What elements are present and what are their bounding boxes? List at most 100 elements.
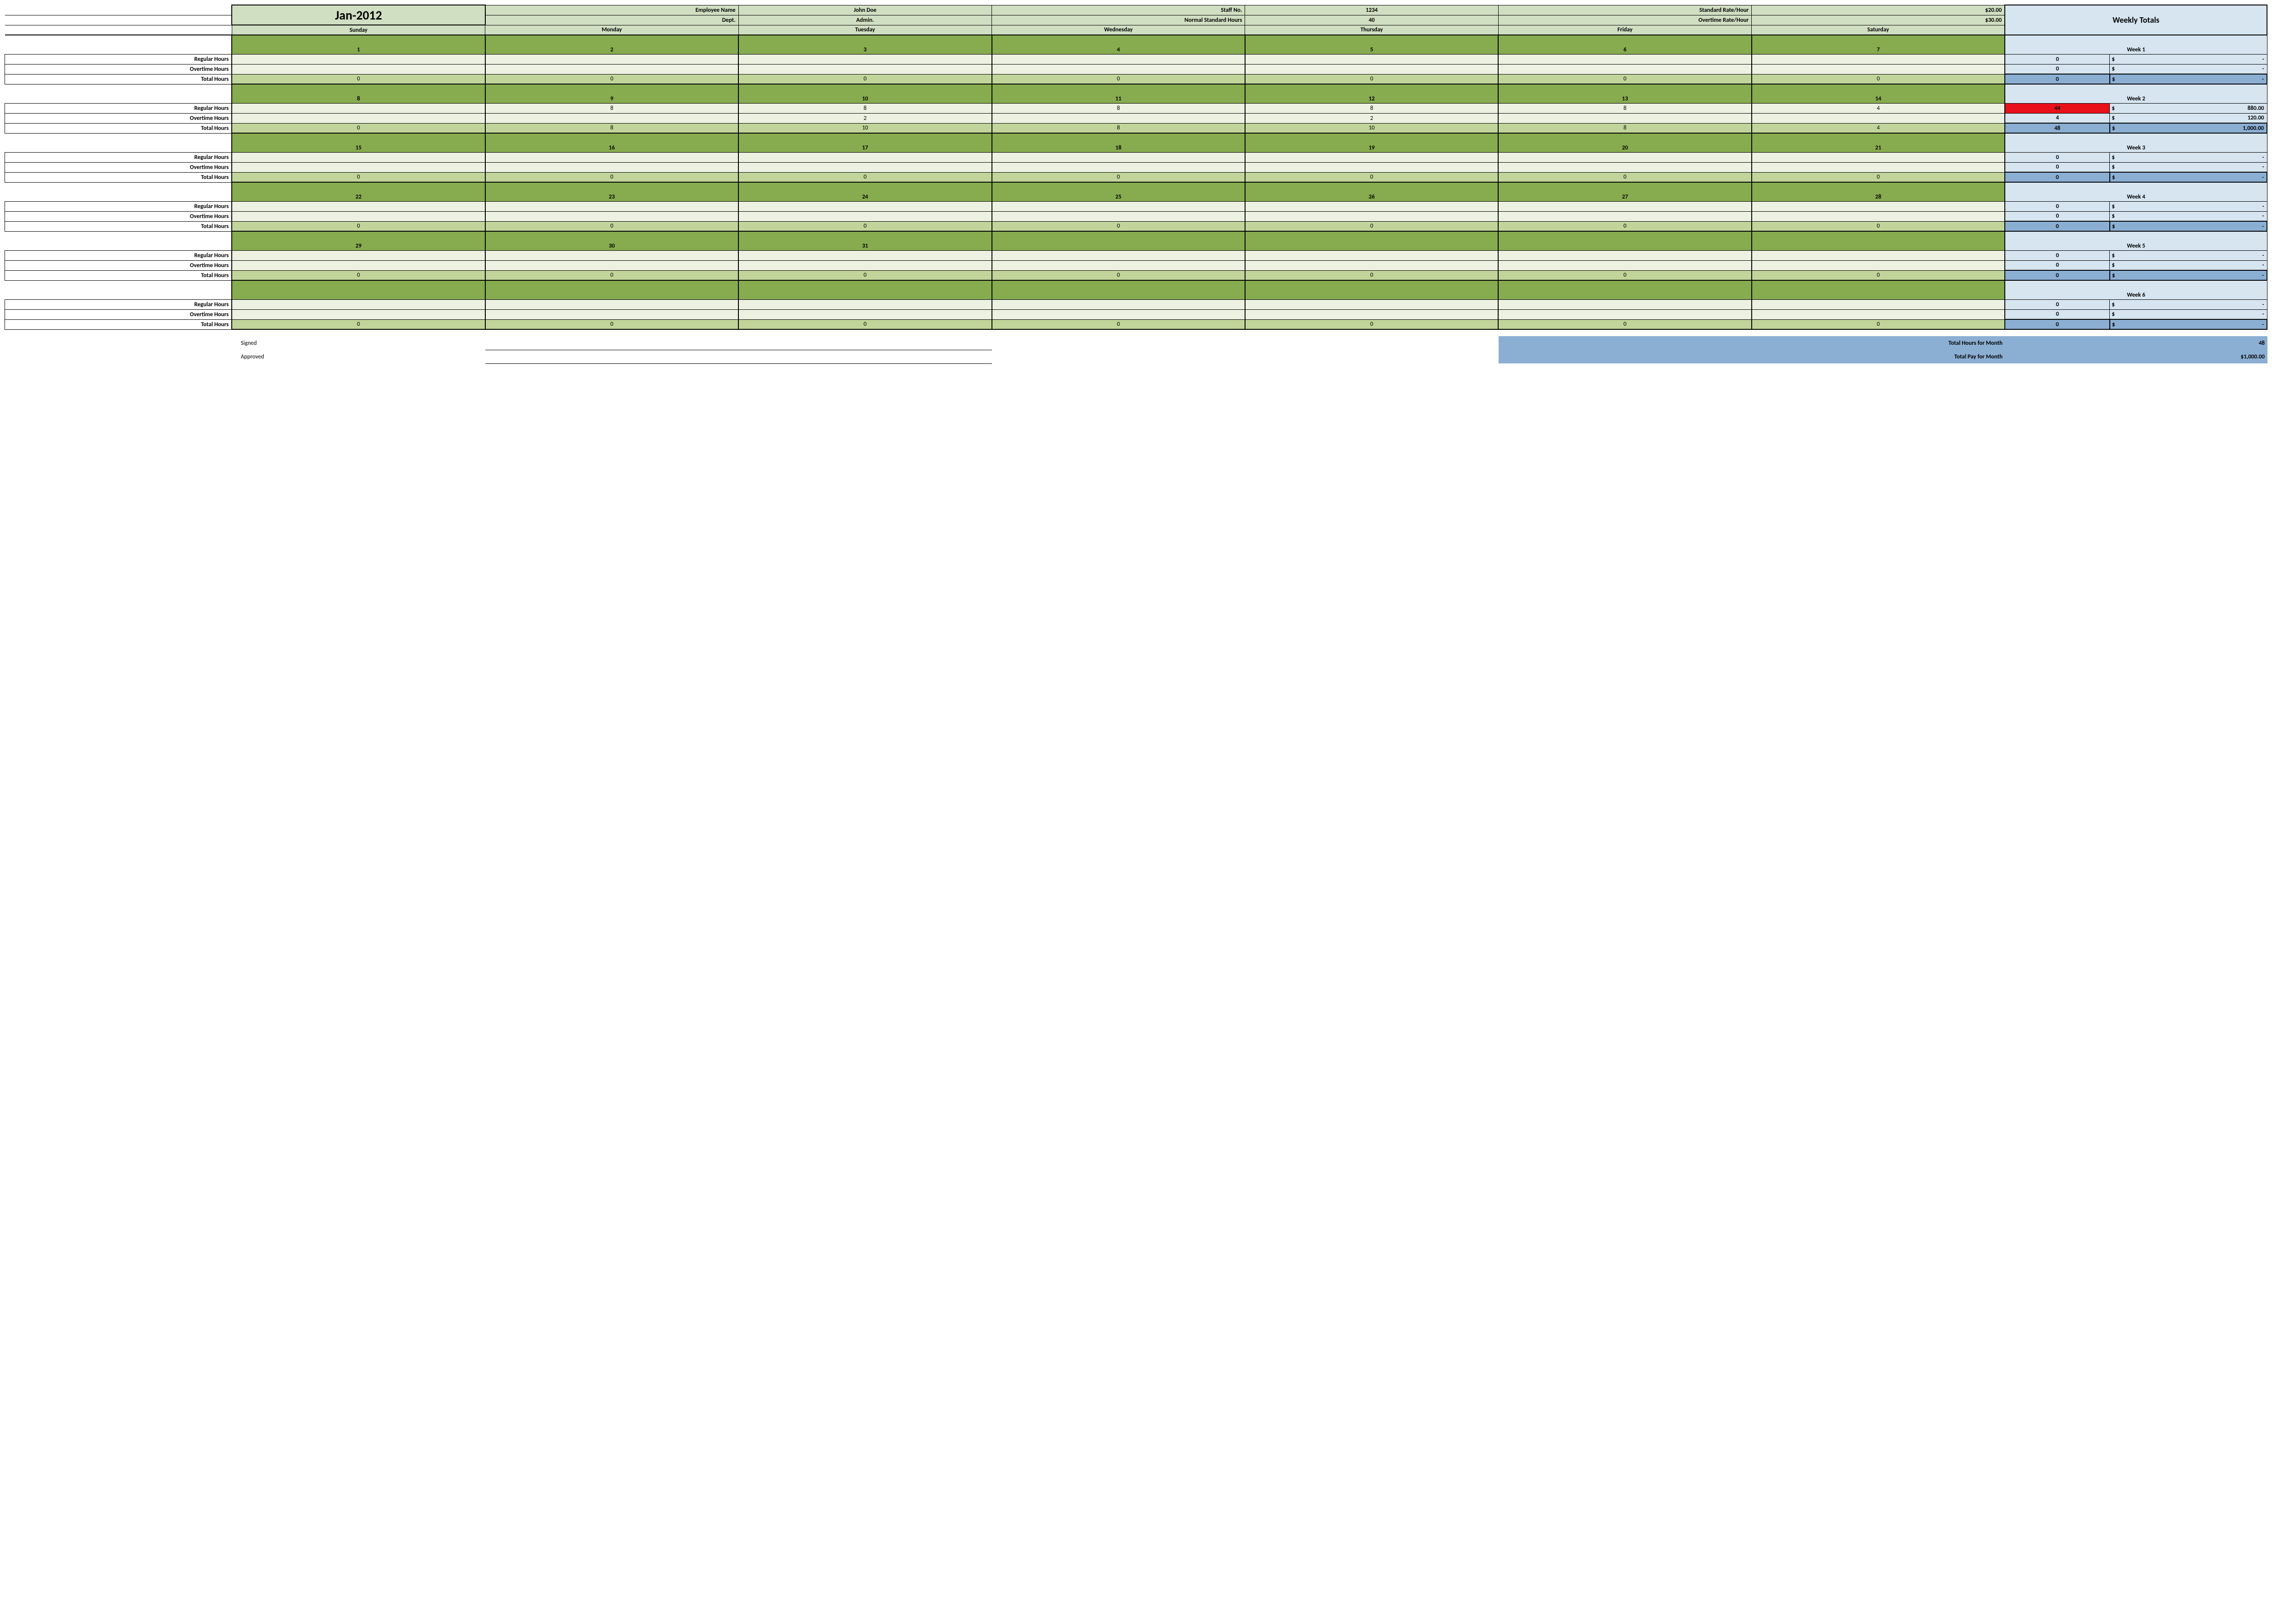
overtime-hours-cell[interactable] (485, 260, 738, 270)
overtime-hours-cell[interactable] (992, 113, 1245, 123)
overtime-hours-cell[interactable] (738, 64, 992, 74)
overtime-hours-cell[interactable] (1498, 162, 1751, 172)
regular-hours-cell[interactable]: 8 (1498, 103, 1751, 113)
overtime-hours-cell[interactable] (1498, 64, 1751, 74)
regular-hours-cell[interactable] (1245, 299, 1498, 309)
dept-value[interactable]: Admin. (738, 15, 992, 25)
regular-hours-cell[interactable] (1752, 54, 2005, 64)
total-hours-cell: 0 (485, 221, 738, 231)
overtime-hours-cell[interactable] (1245, 211, 1498, 221)
overtime-hours-cell[interactable] (1752, 162, 2005, 172)
overtime-hours-cell[interactable] (1498, 260, 1751, 270)
overtime-hours-cell[interactable] (992, 211, 1245, 221)
overtime-hours-cell[interactable] (1752, 260, 2005, 270)
signed-line[interactable] (485, 336, 992, 350)
regular-hours-cell[interactable] (992, 299, 1245, 309)
regular-hours-cell[interactable] (992, 54, 1245, 64)
overtime-hours-cell[interactable] (232, 162, 485, 172)
overtime-hours-cell[interactable] (1752, 64, 2005, 74)
regular-hours-cell[interactable] (1498, 201, 1751, 211)
overtime-hours-cell[interactable] (992, 260, 1245, 270)
overtime-hours-cell[interactable] (738, 260, 992, 270)
overtime-hours-cell[interactable]: 2 (738, 113, 992, 123)
regular-hours-cell[interactable] (485, 250, 738, 260)
overtime-hours-cell[interactable] (485, 211, 738, 221)
regular-hours-cell[interactable] (1498, 152, 1751, 162)
overtime-hours-cell[interactable] (992, 309, 1245, 319)
regular-hours-cell[interactable]: 8 (1245, 103, 1498, 113)
regular-hours-cell[interactable] (485, 152, 738, 162)
regular-hours-cell[interactable] (738, 201, 992, 211)
regular-hours-cell[interactable] (232, 250, 485, 260)
regular-hours-cell[interactable] (738, 54, 992, 64)
overtime-hours-cell[interactable] (485, 309, 738, 319)
norm-hours-value[interactable]: 40 (1245, 15, 1498, 25)
total-hours-cell: 0 (738, 74, 992, 84)
week-label: Week 3 (2005, 133, 2267, 152)
regular-hours-cell[interactable] (992, 152, 1245, 162)
total-hours-cell: 0 (738, 172, 992, 182)
overtime-hours-cell[interactable] (1752, 309, 2005, 319)
regular-hours-cell[interactable] (1498, 250, 1751, 260)
emp-name-value[interactable]: John Doe (738, 5, 992, 15)
std-rate-value[interactable]: $20.00 (1752, 5, 2005, 15)
regular-hours-cell[interactable] (1245, 201, 1498, 211)
overtime-hours-cell[interactable] (1245, 260, 1498, 270)
regular-hours-cell[interactable] (485, 299, 738, 309)
regular-hours-cell[interactable]: 8 (992, 103, 1245, 113)
overtime-hours-cell[interactable] (485, 162, 738, 172)
regular-hours-cell[interactable]: 4 (1752, 103, 2005, 113)
regular-hours-cell[interactable] (738, 152, 992, 162)
overtime-hours-cell[interactable] (1245, 64, 1498, 74)
regular-hours-cell[interactable] (1752, 250, 2005, 260)
overtime-hours-cell[interactable] (1498, 113, 1751, 123)
regular-hours-cell[interactable] (1752, 201, 2005, 211)
overtime-hours-cell[interactable] (1245, 309, 1498, 319)
overtime-hours-cell[interactable] (1498, 211, 1751, 221)
total-hours-cell: 10 (1245, 123, 1498, 133)
regular-hours-cell[interactable] (232, 103, 485, 113)
overtime-hours-cell[interactable] (1498, 309, 1751, 319)
overtime-hours-cell[interactable] (992, 64, 1245, 74)
regular-hours-cell[interactable]: 8 (738, 103, 992, 113)
overtime-hours-cell[interactable]: 2 (1245, 113, 1498, 123)
date-cell: 16 (485, 133, 738, 152)
regular-hours-cell[interactable] (485, 54, 738, 64)
overtime-hours-cell[interactable] (738, 309, 992, 319)
overtime-hours-cell[interactable] (1752, 113, 2005, 123)
overtime-hours-cell[interactable] (232, 309, 485, 319)
regular-hours-cell[interactable] (1752, 152, 2005, 162)
regular-hours-cell[interactable] (1245, 54, 1498, 64)
regular-hours-cell[interactable] (738, 250, 992, 260)
regular-hours-cell[interactable] (1498, 299, 1751, 309)
approved-line[interactable] (485, 350, 992, 363)
overtime-hours-cell[interactable] (232, 64, 485, 74)
regular-hours-cell[interactable] (232, 201, 485, 211)
overtime-hours-cell[interactable] (485, 113, 738, 123)
regular-hours-cell[interactable] (1245, 152, 1498, 162)
staff-no-value[interactable]: 1234 (1245, 5, 1498, 15)
overtime-hours-cell[interactable] (1245, 162, 1498, 172)
regular-hours-cell[interactable] (992, 201, 1245, 211)
overtime-hours-cell[interactable] (738, 211, 992, 221)
overtime-hours-cell[interactable] (992, 162, 1245, 172)
regular-hours-cell[interactable] (232, 152, 485, 162)
regular-hours-cell[interactable] (1498, 54, 1751, 64)
overtime-hours-cell[interactable] (232, 260, 485, 270)
regular-hours-cell[interactable] (1752, 299, 2005, 309)
overtime-hours-cell[interactable] (232, 113, 485, 123)
total-pay-month-value: $1,000.00 (2005, 350, 2267, 363)
regular-hours-cell[interactable] (992, 250, 1245, 260)
overtime-hours-cell[interactable] (1752, 211, 2005, 221)
overtime-hours-cell[interactable] (232, 211, 485, 221)
regular-hours-cell[interactable] (1245, 250, 1498, 260)
overtime-hours-cell[interactable] (485, 64, 738, 74)
week-overtime-pay-total: $- (2110, 64, 2267, 74)
overtime-hours-cell[interactable] (738, 162, 992, 172)
regular-hours-cell[interactable] (738, 299, 992, 309)
regular-hours-cell[interactable] (232, 54, 485, 64)
ot-rate-value[interactable]: $30.00 (1752, 15, 2005, 25)
regular-hours-cell[interactable]: 8 (485, 103, 738, 113)
regular-hours-cell[interactable] (232, 299, 485, 309)
regular-hours-cell[interactable] (485, 201, 738, 211)
